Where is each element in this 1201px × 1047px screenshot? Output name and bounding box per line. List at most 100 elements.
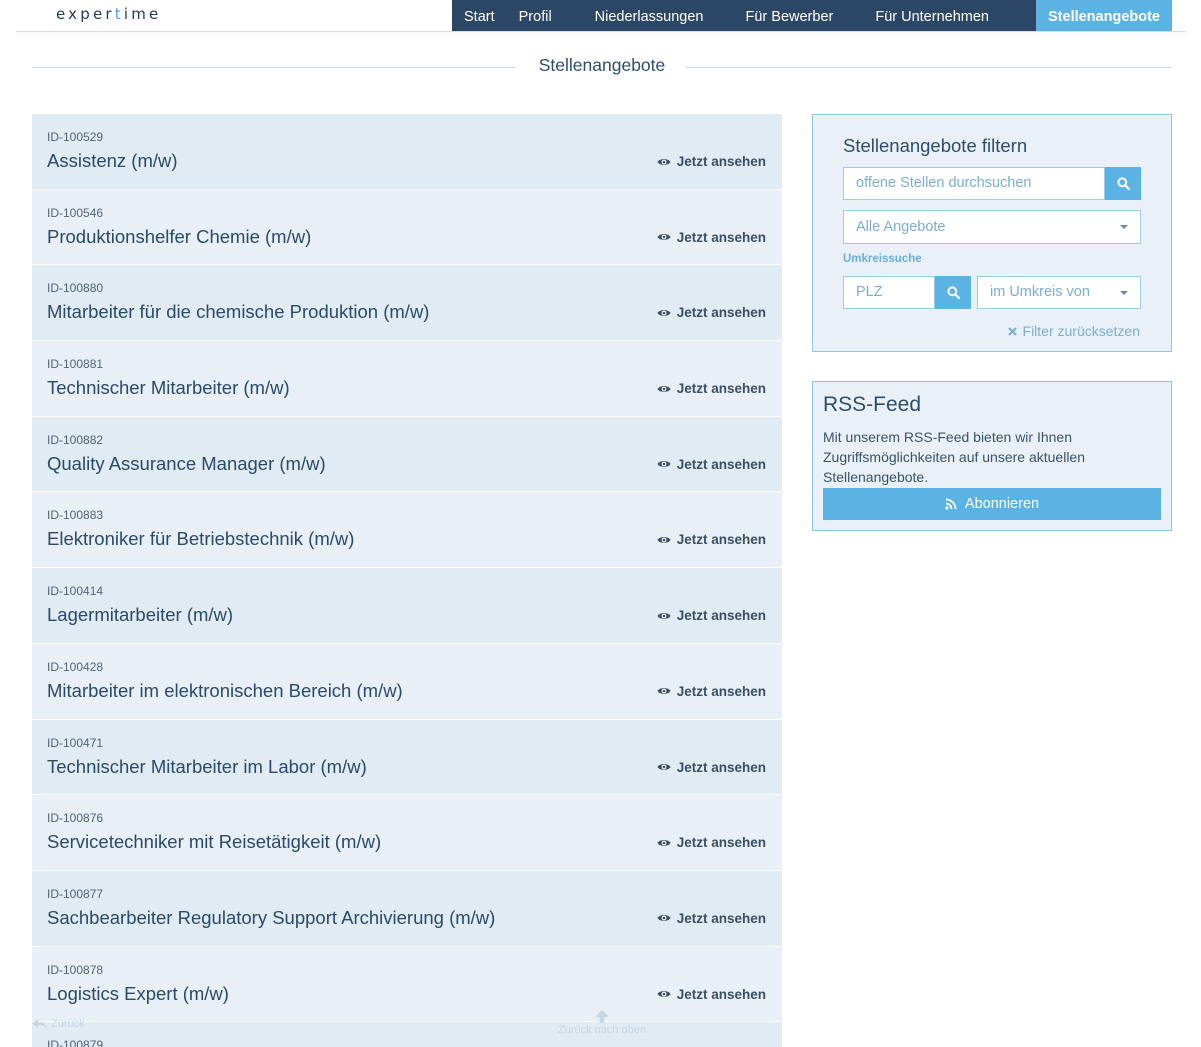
job-title[interactable]: Servicetechniker mit Reisetätigkeit (m/w… — [47, 831, 381, 853]
subscribe-button-label: Abonnieren — [964, 496, 1040, 512]
job-listing-row[interactable]: ID-100882 Quality Assurance Manager (m/w)… — [32, 416, 782, 493]
job-id: ID-100881 — [47, 357, 104, 372]
view-job-label: Jetzt ansehen — [676, 910, 766, 926]
nav-item-niederlassungen[interactable]: Niederlassungen — [595, 0, 704, 31]
logo-text-start: exper — [56, 5, 115, 23]
eye-icon — [657, 461, 671, 468]
job-listing-row[interactable]: ID-100880 Mitarbeiter für die chemische P… — [32, 265, 782, 342]
job-title[interactable]: Elektroniker für Betriebstechnik (m/w) — [47, 528, 354, 550]
job-listing-row[interactable]: ID-100529 Assistenz (m/w) Jetzt ansehen — [32, 114, 782, 190]
job-id: ID-100882 — [47, 432, 104, 447]
view-job-link[interactable]: Jetzt ansehen — [657, 305, 766, 320]
search-button[interactable] — [1105, 167, 1141, 200]
page-title: Stellenangebote — [32, 55, 1172, 76]
back-link[interactable]: Zurück — [32, 1018, 85, 1030]
view-job-link[interactable]: Jetzt ansehen — [657, 987, 766, 1002]
job-list: ID-100529 Assistenz (m/w) Jetzt ansehen ID-… — [32, 114, 782, 1047]
back-link-label: Zurück — [51, 1018, 85, 1030]
rss-title: RSS-Feed — [823, 393, 922, 416]
search-input[interactable]: offene Stellen durchsuchen — [843, 167, 1105, 200]
category-select[interactable]: Alle Angebote — [843, 210, 1141, 244]
job-title[interactable]: Mitarbeiter für die chemische Produktion… — [47, 301, 429, 323]
job-id: ID-100883 — [47, 508, 104, 523]
view-job-link[interactable]: Jetzt ansehen — [657, 154, 766, 169]
eye-icon — [657, 991, 671, 997]
nav-item-fuer-bewerber[interactable]: Für Bewerber — [746, 0, 834, 31]
plz-input[interactable]: PLZ — [843, 276, 935, 309]
job-listing-row[interactable]: ID-100883 Elektroniker für Betriebstechni… — [32, 492, 782, 569]
search-icon — [1116, 177, 1130, 190]
eye-icon — [657, 764, 671, 770]
plz-search-button[interactable] — [935, 276, 971, 309]
job-listing-row[interactable]: ID-100881 Technischer Mitarbeiter (m/w) Je… — [32, 341, 782, 417]
logo-text-accent: t — [114, 5, 124, 23]
main-nav: Start Profil Niederlassungen Für Bewerbe… — [452, 0, 1036, 31]
job-id: ID-100428 — [47, 659, 104, 674]
job-title[interactable]: Logistics Expert (m/w) — [47, 983, 229, 1005]
radius-search-label: Umkreissuche — [843, 253, 922, 265]
nav-item-stellenangebote[interactable]: Stellenangebote — [1036, 0, 1172, 31]
eye-icon — [657, 688, 671, 695]
job-title[interactable]: Technischer Mitarbeiter im Labor (m/w) — [47, 756, 367, 778]
job-listing-row[interactable]: ID-100546 Produktionshelfer Chemie (m/w) J… — [32, 189, 782, 266]
job-listing-row[interactable]: ID-100879 — [32, 1022, 782, 1047]
back-to-top-link[interactable]: Zurück nach oben — [552, 1010, 652, 1036]
view-job-label: Jetzt ansehen — [676, 456, 766, 472]
reset-filter-link[interactable]: Filter zurücksetzen — [1007, 323, 1140, 339]
view-job-link[interactable]: Jetzt ansehen — [657, 230, 766, 245]
reset-filter-label: Filter zurücksetzen — [1022, 323, 1140, 339]
job-listing-row[interactable]: ID-100471 Technischer Mitarbeiter im Labo… — [32, 719, 782, 796]
job-title[interactable]: Lagermitarbeiter (m/w) — [47, 604, 233, 626]
logo[interactable]: expertime — [56, 5, 161, 23]
eye-icon — [657, 612, 671, 619]
view-job-link[interactable]: Jetzt ansehen — [657, 532, 766, 547]
filter-title: Stellenangebote filtern — [843, 135, 1028, 156]
view-job-link[interactable]: Jetzt ansehen — [657, 684, 766, 699]
view-job-label: Jetzt ansehen — [676, 683, 766, 699]
view-job-link[interactable]: Jetzt ansehen — [657, 381, 766, 396]
site-header: expertime Start Profil Niederlassungen F… — [0, 0, 1201, 33]
eye-icon — [657, 537, 671, 543]
radius-select-value: im Umkreis von — [990, 284, 1090, 300]
job-title[interactable]: Mitarbeiter im elektronischen Bereich (m… — [47, 680, 403, 702]
view-job-label: Jetzt ansehen — [676, 532, 766, 548]
job-id: ID-100877 — [47, 886, 104, 901]
job-listing-row[interactable]: ID-100877 Sachbearbeiter Regulatory Suppo… — [32, 870, 782, 947]
job-listing-row[interactable]: ID-100878 Logistics Expert (m/w) Jetzt ans… — [32, 946, 782, 1023]
view-job-label: Jetzt ansehen — [676, 381, 766, 397]
view-job-link[interactable]: Jetzt ansehen — [657, 911, 766, 926]
eye-icon — [657, 310, 671, 316]
job-id: ID-100414 — [47, 584, 104, 599]
job-id: ID-100529 — [47, 130, 104, 144]
chevron-down-icon — [1120, 291, 1128, 295]
job-title[interactable]: Technischer Mitarbeiter (m/w) — [47, 377, 290, 399]
view-job-label: Jetzt ansehen — [676, 986, 766, 1002]
view-job-link[interactable]: Jetzt ansehen — [657, 608, 766, 623]
page-title-text: Stellenangebote — [524, 55, 680, 75]
close-icon — [1007, 326, 1017, 336]
view-job-link[interactable]: Jetzt ansehen — [657, 457, 766, 472]
nav-item-fuer-unternehmen[interactable]: Für Unternehmen — [875, 0, 989, 31]
job-title[interactable]: Assistenz (m/w) — [47, 150, 178, 172]
view-job-link[interactable]: Jetzt ansehen — [657, 760, 766, 775]
eye-icon — [657, 158, 671, 165]
rss-panel: RSS-Feed Mit unserem RSS-Feed bieten wir… — [812, 381, 1172, 531]
filter-panel: Stellenangebote filtern offene Stellen d… — [812, 114, 1172, 352]
job-id: ID-100876 — [47, 811, 104, 826]
job-title[interactable]: Quality Assurance Manager (m/w) — [47, 453, 326, 475]
job-title[interactable]: Produktionshelfer Chemie (m/w) — [47, 226, 311, 248]
job-listing-row[interactable]: ID-100428 Mitarbeiter im elektronischen B… — [32, 643, 782, 720]
nav-item-profil[interactable]: Profil — [519, 0, 552, 31]
view-job-label: Jetzt ansehen — [676, 229, 766, 245]
subscribe-button[interactable]: Abonnieren — [823, 488, 1161, 520]
job-listing-row[interactable]: ID-100876 Servicetechniker mit Reisetätig… — [32, 795, 782, 871]
category-select-value: Alle Angebote — [856, 219, 946, 235]
radius-select[interactable]: im Umkreis von — [977, 276, 1141, 309]
job-listing-row[interactable]: ID-100414 Lagermitarbeiter (m/w) Jetzt ans… — [32, 568, 782, 644]
reply-arrow-icon — [32, 1018, 47, 1029]
view-job-link[interactable]: Jetzt ansehen — [657, 835, 766, 850]
nav-item-start[interactable]: Start — [464, 0, 495, 31]
eye-icon — [657, 234, 671, 241]
eye-icon — [657, 839, 671, 846]
job-title[interactable]: Sachbearbeiter Regulatory Support Archiv… — [47, 907, 495, 929]
